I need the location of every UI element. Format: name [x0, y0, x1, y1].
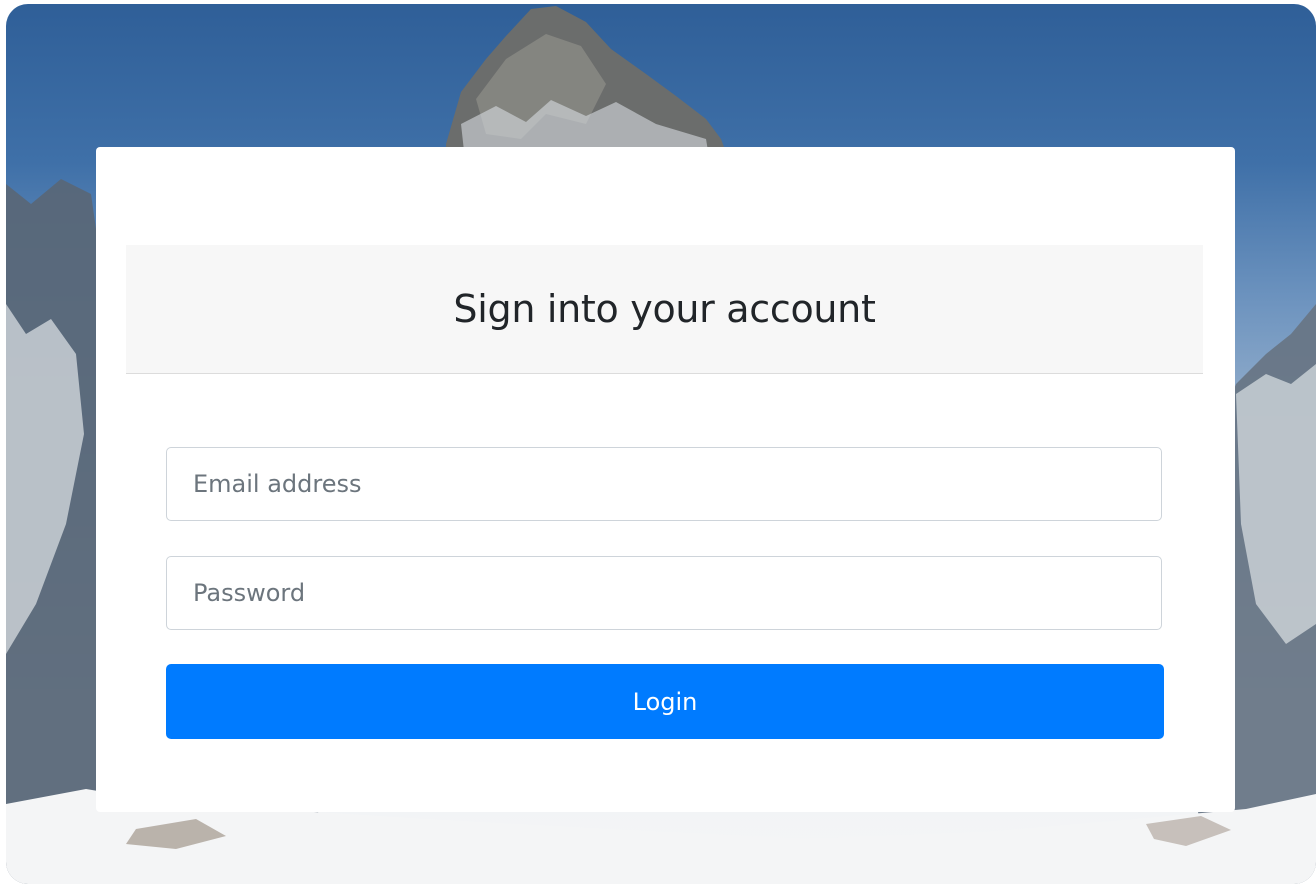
- password-field[interactable]: [166, 556, 1162, 630]
- email-field[interactable]: [166, 447, 1162, 521]
- login-card-header: Sign into your account: [126, 245, 1203, 374]
- login-button[interactable]: Login: [166, 664, 1164, 739]
- page-title: Sign into your account: [453, 287, 876, 331]
- background-photo: Sign into your account Login: [6, 4, 1316, 884]
- login-card: Sign into your account Login: [96, 147, 1235, 812]
